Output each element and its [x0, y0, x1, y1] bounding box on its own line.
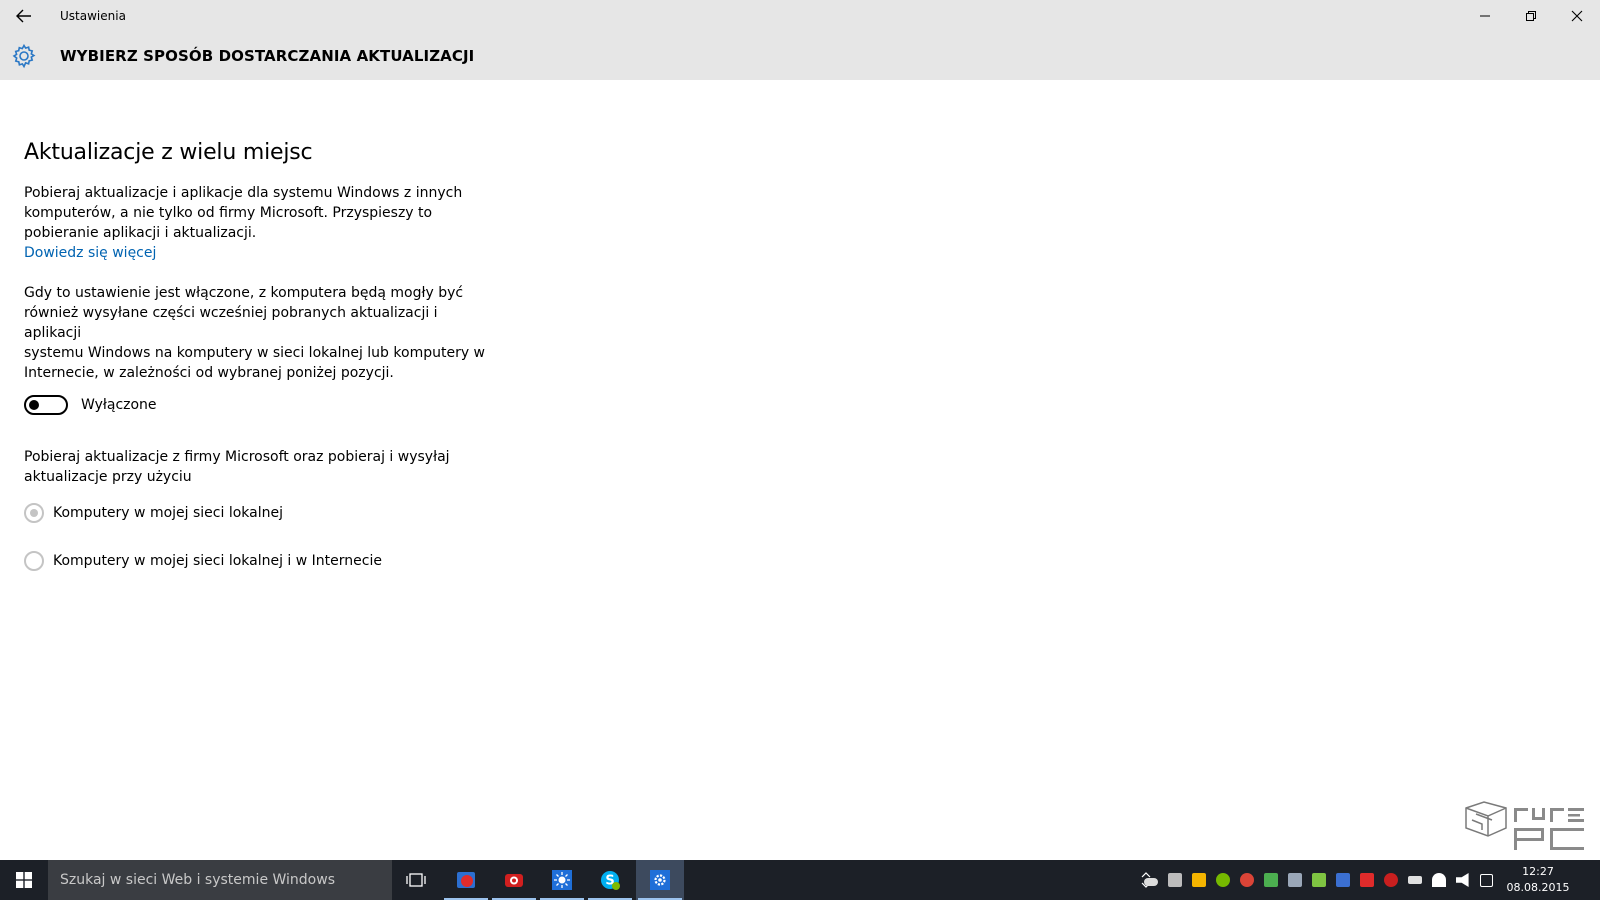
restore-icon [1526, 11, 1536, 21]
system-tray [1144, 860, 1503, 900]
radio-option-local-and-internet[interactable]: Komputery w mojej sieci lokalnej i w Int… [24, 549, 494, 573]
taskbar-app-brightness[interactable] [538, 860, 586, 900]
checkmark-icon[interactable] [1264, 873, 1278, 887]
evernote-icon[interactable] [1312, 873, 1326, 887]
storage-icon[interactable] [1288, 873, 1302, 887]
taskbar-app-skype[interactable]: S [586, 860, 634, 900]
intro-line: pobieranie aplikacji i aktualizacji. [24, 225, 257, 241]
section-title: Aktualizacje z wielu miejsc [24, 140, 313, 165]
gear-icon [10, 42, 38, 70]
radio-option-local[interactable]: Komputery w mojej sieci lokalnej [24, 501, 494, 525]
keepass-icon[interactable] [1336, 873, 1350, 887]
taskbar-app-red[interactable] [490, 860, 538, 900]
radio-label: Komputery w mojej sieci lokalnej i w Int… [53, 553, 382, 569]
windows-logo-icon [16, 872, 32, 888]
page-header-bar: WYBIERZ SPOSÓB DOSTARCZANIA AKTUALIZACJI [0, 32, 1600, 80]
close-button[interactable] [1554, 0, 1600, 32]
record-app-icon[interactable] [1384, 873, 1398, 887]
onedrive-icon[interactable] [1144, 878, 1158, 886]
minimize-button[interactable] [1462, 0, 1508, 32]
options-intro-line: aktualizacje przy użyciu [24, 469, 192, 485]
task-view-icon [406, 873, 426, 887]
taskbar-app-media[interactable] [442, 860, 490, 900]
skype-icon: S [601, 871, 620, 890]
notification-icon[interactable] [1480, 873, 1493, 887]
clock-date: 08.08.2015 [1506, 881, 1570, 894]
toggle-state-label: Wyłączone [81, 397, 157, 413]
toggle-knob [29, 400, 39, 410]
description-line: Internecie, w zależności od wybranej pon… [24, 365, 394, 381]
pdf-app-icon[interactable] [1360, 873, 1374, 887]
wifi-icon[interactable] [1432, 873, 1446, 887]
red-app-icon [505, 874, 523, 887]
task-view-button[interactable] [392, 860, 440, 900]
media-app-icon [457, 872, 475, 888]
delivery-toggle-row: Wyłączone [24, 393, 494, 417]
back-button[interactable] [8, 4, 40, 28]
page-title: WYBIERZ SPOSÓB DOSTARCZANIA AKTUALIZACJI [60, 47, 475, 65]
intro-line: komputerów, a nie tylko od firmy Microso… [24, 205, 433, 221]
description-line: systemu Windows na komputery w sieci lok… [24, 345, 486, 361]
battery-icon[interactable] [1408, 876, 1422, 884]
settings-content: Aktualizacje z wielu miejsc Pobieraj akt… [24, 140, 494, 573]
restore-button[interactable] [1508, 0, 1554, 32]
start-button[interactable] [0, 860, 48, 900]
title-bar: Ustawienia [0, 0, 1600, 32]
taskbar: Szukaj w sieci Web i systemie Windows S … [0, 860, 1600, 900]
radio-dot [30, 509, 38, 517]
description-line: Gdy to ustawienie jest włączone, z kompu… [24, 285, 464, 301]
radio-button[interactable] [24, 551, 44, 571]
google-drive-icon[interactable] [1192, 873, 1206, 887]
minimize-icon [1480, 15, 1490, 17]
radio-button-selected[interactable] [24, 503, 44, 523]
brightness-app-icon [552, 870, 572, 890]
taskbar-app-settings[interactable] [636, 860, 684, 900]
options-intro-line: Pobieraj aktualizacje z firmy Microsoft … [24, 449, 450, 465]
clock-time: 12:27 [1522, 865, 1554, 878]
taskbar-clock[interactable]: 12:27 08.08.2015 [1500, 864, 1576, 896]
intro-line: Pobieraj aktualizacje i aplikacje dla sy… [24, 185, 463, 201]
volume-icon[interactable] [1456, 873, 1469, 887]
monitor-icon[interactable] [1168, 873, 1182, 887]
intro-text: Pobieraj aktualizacje i aplikacje dla sy… [24, 183, 494, 243]
settings-icon [650, 870, 670, 890]
close-icon [1571, 10, 1583, 22]
back-arrow-icon [16, 9, 31, 23]
utorrent-icon[interactable] [1216, 873, 1230, 887]
chrome-icon[interactable] [1240, 873, 1254, 887]
description-line: również wysyłane części wcześniej pobran… [24, 305, 438, 341]
description-text: Gdy to ustawienie jest włączone, z kompu… [24, 283, 494, 383]
options-intro-text: Pobieraj aktualizacje z firmy Microsoft … [24, 447, 494, 487]
delivery-toggle-switch[interactable] [24, 395, 68, 415]
taskbar-search-input[interactable]: Szukaj w sieci Web i systemie Windows [48, 860, 392, 900]
radio-label: Komputery w mojej sieci lokalnej [53, 505, 283, 521]
learn-more-link[interactable]: Dowiedz się więcej [24, 243, 494, 263]
purepc-logo [1462, 800, 1592, 860]
window-title: Ustawienia [60, 9, 126, 23]
